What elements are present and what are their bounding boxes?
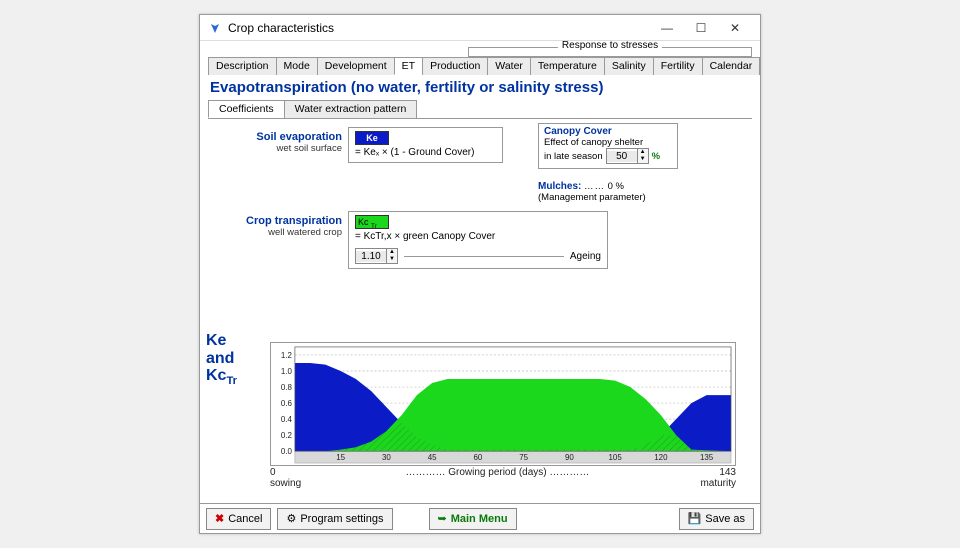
bottom-button-bar: ✖ Cancel ⚙ Program settings ➥ Main Menu … (200, 503, 760, 533)
kctr-value: 1.10 (356, 251, 386, 262)
kctr-chip: Kc Tr (355, 215, 389, 229)
chart-x-middle-label: ………… Growing period (days) ………… (405, 467, 589, 478)
svg-text:0.4: 0.4 (281, 415, 293, 424)
menu-icon: ➥ (438, 512, 447, 525)
ageing-label: Ageing (570, 251, 601, 262)
main-tab-bar: DescriptionModeDevelopmentETProductionWa… (208, 56, 752, 75)
crop-characteristics-window: Crop characteristics — ☐ ✕ Response to s… (199, 14, 761, 534)
tab-development[interactable]: Development (317, 57, 395, 75)
subtab-water-extraction-pattern[interactable]: Water extraction pattern (284, 100, 418, 118)
save-as-button[interactable]: 💾 Save as (679, 508, 754, 530)
svg-text:90: 90 (565, 453, 574, 462)
tab-fertility[interactable]: Fertility (653, 57, 703, 75)
chart-x-start-label: sowing (270, 478, 301, 489)
spinner-up-icon[interactable]: ▲ (638, 149, 648, 156)
response-to-stresses-frame: Response to stresses (468, 47, 752, 57)
canopy-unit: % (652, 151, 660, 162)
canopy-cover-title: Canopy Cover (544, 126, 672, 137)
kctr-formula-box: Kc Tr = KcTr,x × green Canopy Cover 1.10… (348, 211, 608, 269)
response-to-stresses-label: Response to stresses (558, 41, 662, 51)
canopy-shelter-value: 50 (607, 151, 637, 162)
canopy-shelter-spinner[interactable]: 50 ▲▼ (606, 148, 649, 164)
svg-text:60: 60 (473, 453, 482, 462)
window-titlebar: Crop characteristics — ☐ ✕ (200, 15, 760, 41)
tab-calendar[interactable]: Calendar (702, 57, 760, 75)
svg-text:0.2: 0.2 (281, 431, 292, 440)
ke-formula-text: = Keₓ × (1 - Ground Cover) (355, 147, 474, 158)
chart-x-end-label: maturity (700, 478, 736, 489)
svg-text:105: 105 (608, 453, 622, 462)
svg-text:0.6: 0.6 (281, 399, 293, 408)
canopy-cover-box: Canopy Cover Effect of canopy shelter in… (538, 123, 678, 169)
close-icon: ✖ (215, 512, 224, 525)
svg-text:0.0: 0.0 (281, 447, 293, 456)
svg-text:30: 30 (382, 453, 391, 462)
chart-x-end: 143 (719, 467, 736, 478)
spinner-up-icon[interactable]: ▲ (387, 249, 397, 256)
chart-y-axis-label: KeandKcTr (206, 332, 237, 388)
svg-text:1.0: 1.0 (281, 367, 293, 376)
tab-mode[interactable]: Mode (276, 57, 318, 75)
svg-text:120: 120 (654, 453, 668, 462)
kctr-value-spinner[interactable]: 1.10 ▲▼ (355, 248, 398, 264)
svg-text:1.2: 1.2 (281, 351, 292, 360)
soil-evaporation-label: Soil evaporation (212, 131, 342, 143)
crop-transpiration-label: Crop transpiration (212, 215, 342, 227)
tab-description[interactable]: Description (208, 57, 277, 75)
svg-text:0.8: 0.8 (281, 383, 293, 392)
cancel-button[interactable]: ✖ Cancel (206, 508, 271, 530)
tab-salinity[interactable]: Salinity (604, 57, 654, 75)
save-icon: 💾 (688, 512, 702, 525)
tab-et[interactable]: ET (394, 57, 423, 75)
tab-production[interactable]: Production (422, 57, 488, 75)
app-icon (208, 21, 222, 35)
soil-evaporation-sublabel: wet soil surface (212, 143, 342, 154)
window-close-button[interactable]: ✕ (718, 17, 752, 39)
program-settings-button[interactable]: ⚙ Program settings (277, 508, 392, 530)
subtab-coefficients[interactable]: Coefficients (208, 100, 285, 118)
spinner-down-icon[interactable]: ▼ (387, 256, 397, 263)
tab-water[interactable]: Water (487, 57, 531, 75)
main-menu-button[interactable]: ➥ Main Menu (429, 508, 517, 530)
mulches-note: (Management parameter) (538, 192, 646, 203)
ke-formula-box: Ke = Keₓ × (1 - Ground Cover) (348, 127, 503, 163)
spinner-down-icon[interactable]: ▼ (638, 156, 648, 163)
window-title: Crop characteristics (228, 21, 334, 35)
svg-text:75: 75 (519, 453, 528, 462)
ke-kctr-chart: KeandKcTr 0.00.20.40.60.81.01.2153045607… (208, 342, 752, 489)
window-maximize-button[interactable]: ☐ (684, 17, 718, 39)
sub-tab-bar: CoefficientsWater extraction pattern (208, 100, 752, 119)
kctr-formula-text: = KcTr,x × green Canopy Cover (355, 231, 495, 242)
tab-temperature[interactable]: Temperature (530, 57, 605, 75)
mulches-label: Mulches: (538, 181, 581, 192)
ke-chip: Ke (355, 131, 389, 145)
mulches-value: 0 % (608, 181, 624, 192)
crop-transpiration-sublabel: well watered crop (212, 227, 342, 238)
gear-icon: ⚙ (286, 512, 296, 525)
chart-x-start: 0 (270, 467, 276, 478)
chart-svg: 0.0 0.2 0.4 0.6 0.8 1.0 1.2 15 30 45 60 75 90 105 120 1… (271, 343, 735, 465)
canopy-desc-1: Effect of canopy shelter (544, 137, 672, 148)
window-minimize-button[interactable]: — (650, 17, 684, 39)
svg-text:135: 135 (700, 453, 714, 462)
canopy-desc-2: in late season (544, 151, 603, 162)
svg-text:45: 45 (428, 453, 437, 462)
svg-text:15: 15 (336, 453, 345, 462)
page-heading: Evapotranspiration (no water, fertility … (208, 75, 752, 100)
